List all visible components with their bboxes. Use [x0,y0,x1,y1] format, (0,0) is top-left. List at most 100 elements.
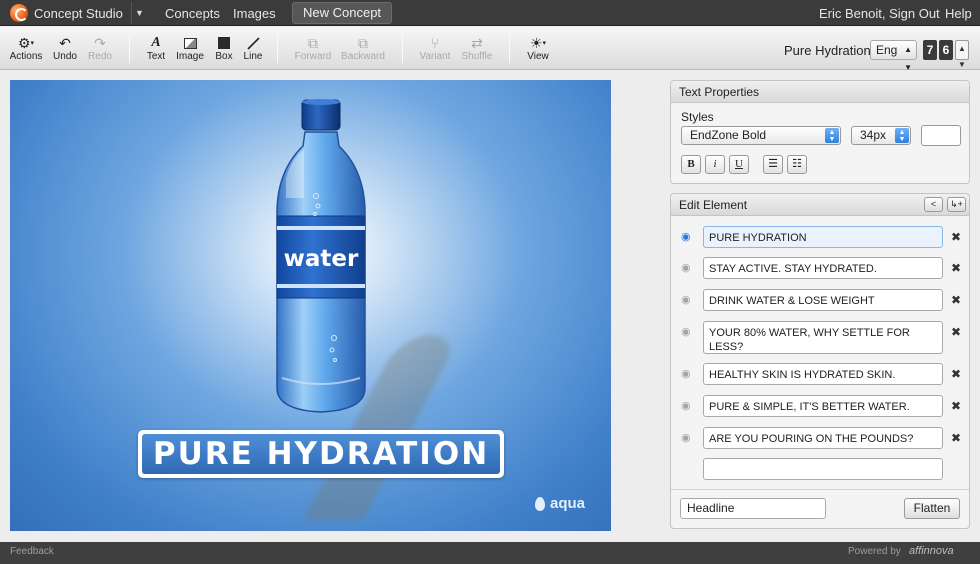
water-drop-icon [535,496,545,511]
delete-x-icon[interactable]: ✖ [951,261,961,275]
concept-studio-logo-icon [10,4,28,22]
toolbar-divider [129,35,130,63]
footer: Feedback Powered by affinnova [0,542,980,564]
headline-text: PURE HYDRATION [142,434,500,474]
new-variant-text-field[interactable] [703,458,943,480]
updown-arrow-icon: ▲ ▼ [825,128,839,143]
text-icon: A [151,35,161,50]
add-variant-button[interactable]: ↳+ [947,197,966,212]
view-button[interactable]: ☀ ▾ View [525,34,551,63]
box-icon [213,35,235,51]
visibility-eye-icon[interactable]: ◉ [681,431,691,444]
nav-link-images[interactable]: Images [233,6,276,21]
visibility-eye-icon[interactable]: ◉ [681,325,691,338]
box-tool-button[interactable]: Box [213,35,235,62]
toolbar-divider [402,35,403,63]
actions-button[interactable]: ⚙ ▾ Actions [9,35,43,63]
variant-label: Variant [419,51,451,62]
shuffle-icon: ⇄ [471,34,483,51]
project-name: Pure Hydration [784,43,871,58]
styles-label: Styles [681,110,714,124]
brand[interactable]: Concept Studio [10,4,123,22]
variant-icon: ⑂ [430,35,440,51]
bulleted-list-button[interactable]: ☰ [763,155,783,174]
toolbar: ⚙ ▾ Actions ↶ Undo ↷ Redo A Text Image Bo… [0,27,980,72]
font-family-select[interactable]: EndZone Bold ▲ ▼ [681,126,841,145]
numbered-list-icon: ☷ [792,158,802,170]
image-tool-button[interactable]: Image [175,35,205,62]
bulleted-list-icon: ☰ [768,158,778,170]
font-size-select[interactable]: 34px ▲ ▼ [851,126,911,145]
text-properties-title: Text Properties [671,81,969,103]
delete-x-icon[interactable]: ✖ [951,293,961,307]
line-icon [241,35,265,51]
delete-x-icon[interactable]: ✖ [951,431,961,445]
view-label: View [527,51,549,62]
edit-element-footer: Headline Flatten [671,489,969,528]
visibility-eye-icon[interactable]: ◉ [681,399,691,412]
edit-element-title: Edit Element [679,198,748,212]
visibility-eye-icon[interactable]: ◉ [681,261,691,274]
variant-button[interactable]: ⑂ Variant [418,35,452,62]
updown-arrow-icon: ▲ ▼ [904,45,912,72]
visibility-eye-icon[interactable]: ◉ [681,293,691,306]
share-button[interactable]: < [924,197,943,212]
language-select[interactable]: Eng ▲ ▼ [870,40,917,72]
image-icon [175,35,205,51]
feedback-link[interactable]: Feedback [10,546,54,557]
variant-text-field[interactable]: PURE HYDRATION [703,226,943,248]
aqua-brand-logo[interactable]: aqua [535,495,585,512]
italic-button[interactable]: i [705,155,725,174]
variant-text-field[interactable]: HEALTHY SKIN IS HYDRATED SKIN. [703,363,943,385]
bold-button[interactable]: B [681,155,701,174]
help-link[interactable]: Help [945,6,972,21]
toolbar-divider [277,35,278,63]
text-tool-button[interactable]: A Text [145,35,167,62]
delete-x-icon[interactable]: ✖ [951,399,961,413]
affinnova-logo: affinnova [909,545,954,557]
counter-stepper[interactable]: ▲ ▼ [955,40,969,69]
flatten-button[interactable]: Flatten [904,498,960,519]
text-properties-panel: Text Properties Styles EndZone Bold ▲ ▼ 3… [670,80,970,184]
undo-button[interactable]: ↶ Undo [52,34,78,63]
delete-x-icon[interactable]: ✖ [951,325,961,339]
send-backward-icon: ⧉ [358,34,368,51]
text-color-swatch[interactable] [921,125,961,146]
shuffle-label: Shuffle [461,51,493,62]
language-value: Eng [876,43,898,57]
variant-text-field[interactable]: PURE & SIMPLE, IT'S BETTER WATER. [703,395,943,417]
variant-text-field[interactable]: DRINK WATER & LOSE WEIGHT [703,289,943,311]
bring-forward-button[interactable]: ⧉ Forward [293,34,333,63]
bring-forward-icon: ⧉ [308,34,318,51]
new-concept-button[interactable]: New Concept [292,2,393,24]
sun-view-icon: ☀ ▾ [529,34,547,51]
delete-x-icon[interactable]: ✖ [951,367,961,381]
headline-element[interactable]: PURE HYDRATION [138,430,504,478]
visibility-eye-icon[interactable]: ◉ [681,367,691,380]
variant-text-field[interactable]: YOUR 80% WATER, WHY SETTLE FOR LESS? [703,321,943,354]
element-type-field[interactable]: Headline [680,498,826,519]
toolbar-divider [509,35,510,63]
user-sign-out-link[interactable]: Eric Benoit, Sign Out [819,6,940,21]
visibility-eye-icon[interactable]: ◉ [681,230,691,243]
nav-link-concepts[interactable]: Concepts [165,6,220,21]
edit-element-header: Edit Element < ↳+ [671,194,969,216]
top-nav: Concept Studio ▼ Concepts Images New Con… [0,0,980,26]
numbered-list-button[interactable]: ☷ [787,155,807,174]
undo-icon: ↶ [59,34,71,51]
delete-x-icon[interactable]: ✖ [951,230,961,244]
line-label: Line [243,51,263,62]
font-family-value: EndZone Bold [690,128,767,142]
line-tool-button[interactable]: Line [241,35,265,62]
water-bottle-image[interactable]: water [272,98,372,416]
variant-text-field[interactable]: STAY ACTIVE. STAY HYDRATED. [703,257,943,279]
send-backward-button[interactable]: ⧉ Backward [340,34,386,63]
brand-name: Concept Studio [34,5,123,21]
forward-label: Forward [294,51,332,62]
variant-text-field[interactable]: ARE YOU POURING ON THE POUNDS? [703,427,943,449]
underline-button[interactable]: U [729,155,749,174]
brand-menu-chevron-down-icon[interactable]: ▼ [131,2,147,24]
concept-canvas[interactable]: water PURE HYDRATION aqua [10,80,611,531]
redo-button[interactable]: ↷ Redo [87,35,113,63]
shuffle-button[interactable]: ⇄ Shuffle [460,34,494,63]
